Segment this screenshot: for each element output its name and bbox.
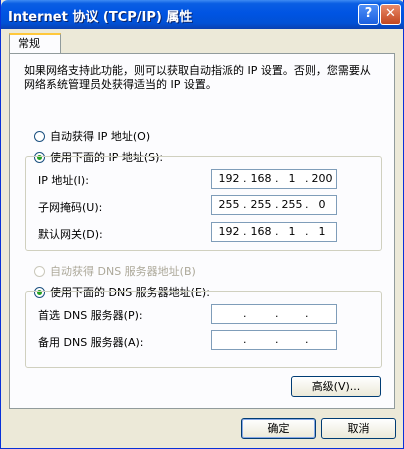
ip-dot: . bbox=[305, 172, 309, 185]
auto-dns-option[interactable]: 自动获得 DNS 服务器地址(B) bbox=[34, 263, 196, 279]
ip-dot: . bbox=[275, 172, 279, 185]
intro-text: 如果网络支持此功能，则可以获取自动指派的 IP 设置。否则，您需要从网络系统管理… bbox=[24, 64, 371, 91]
ip-dot: . bbox=[305, 307, 309, 320]
default-gateway-label: 默认网关(D): bbox=[38, 228, 103, 241]
auto-dns-label: 自动获得 DNS 服务器地址(B) bbox=[50, 265, 196, 278]
ip-dot: . bbox=[275, 307, 279, 320]
alternate-dns-field[interactable]: . . . bbox=[211, 330, 337, 350]
ip-dot: . bbox=[243, 225, 247, 238]
cancel-button[interactable]: 取消 bbox=[321, 418, 396, 439]
default-gateway-field[interactable]: 192 . 168 . 1 . 1 bbox=[211, 222, 337, 242]
ip-dot: . bbox=[243, 333, 247, 346]
subnet-seg-1: 255 bbox=[218, 198, 240, 211]
subnet-mask-field[interactable]: 255 . 255 . 255 . 0 bbox=[211, 195, 337, 215]
ip-dot: . bbox=[243, 307, 247, 320]
window-title: Internet 协议 (TCP/IP) 属性 bbox=[8, 10, 193, 25]
ip-seg-3: 1 bbox=[288, 172, 296, 185]
ip-dot: . bbox=[275, 198, 279, 211]
ip-dot: . bbox=[305, 225, 309, 238]
auto-dns-radio[interactable] bbox=[34, 265, 45, 277]
ok-button[interactable]: 确定 bbox=[241, 418, 316, 439]
subnet-seg-4: 0 bbox=[318, 198, 326, 211]
preferred-dns-field[interactable]: . . . bbox=[211, 304, 337, 324]
title-bar[interactable]: Internet 协议 (TCP/IP) 属性 ? ✕ bbox=[1, 0, 404, 29]
subnet-seg-3: 255 bbox=[281, 198, 303, 211]
ip-dot: . bbox=[305, 333, 309, 346]
ip-address-label: IP 地址(I): bbox=[38, 174, 89, 187]
auto-ip-option[interactable]: 自动获得 IP 地址(O) bbox=[34, 128, 150, 144]
advanced-button[interactable]: 高级(V)... bbox=[291, 376, 381, 397]
gateway-seg-3: 1 bbox=[288, 225, 296, 238]
ip-dot: . bbox=[275, 333, 279, 346]
tab-general[interactable]: 常规 bbox=[9, 33, 61, 54]
subnet-mask-label: 子网掩码(U): bbox=[38, 201, 103, 214]
auto-ip-label: 自动获得 IP 地址(O) bbox=[50, 130, 151, 143]
gateway-seg-4: 1 bbox=[318, 225, 326, 238]
ip-dot: . bbox=[305, 198, 309, 211]
preferred-dns-label: 首选 DNS 服务器(P): bbox=[38, 309, 143, 322]
ip-dot: . bbox=[243, 198, 247, 211]
alternate-dns-label: 备用 DNS 服务器(A): bbox=[38, 336, 144, 349]
close-button[interactable]: ✕ bbox=[380, 4, 401, 25]
ip-seg-4: 200 bbox=[311, 172, 333, 185]
subnet-seg-2: 255 bbox=[250, 198, 272, 211]
ip-seg-2: 168 bbox=[250, 172, 272, 185]
ip-dot: . bbox=[243, 172, 247, 185]
help-button[interactable]: ? bbox=[358, 4, 379, 25]
dialog-window: Internet 协议 (TCP/IP) 属性 ? ✕ 常规 如果网络支持此功能… bbox=[0, 0, 404, 449]
gateway-seg-2: 168 bbox=[250, 225, 272, 238]
ip-seg-1: 192 bbox=[218, 172, 240, 185]
ip-dot: . bbox=[275, 225, 279, 238]
gateway-seg-1: 192 bbox=[218, 225, 240, 238]
ip-address-field[interactable]: 192 . 168 . 1 . 200 bbox=[211, 169, 337, 189]
auto-ip-radio[interactable] bbox=[34, 130, 45, 142]
